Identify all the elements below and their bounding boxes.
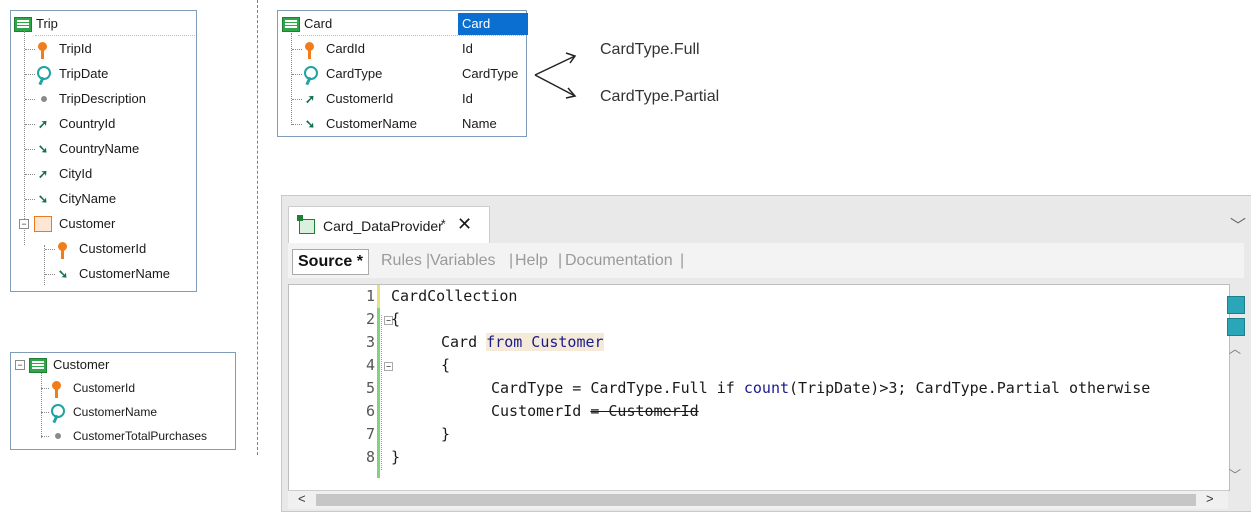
table-icon <box>29 358 47 373</box>
from-clause: from Customer <box>486 333 604 351</box>
tab-variables[interactable]: Variables <box>425 249 501 273</box>
collapse-icon[interactable]: − <box>19 219 29 229</box>
customer-structure-panel: − Customer CustomerId CustomerName Custo… <box>10 352 236 450</box>
trip-structure-panel: Trip TripId TripDate TripDescription ➚ C… <box>10 10 197 292</box>
fold-icon[interactable]: − <box>384 362 393 371</box>
code-editor[interactable]: − − 1 2 3 4 5 6 7 8 CardCollection { Car… <box>288 284 1230 491</box>
dataprovider-icon <box>299 219 315 234</box>
scrollbar-thumb[interactable] <box>316 494 1196 506</box>
table-icon <box>282 17 300 32</box>
close-icon[interactable]: ✕ <box>457 214 472 235</box>
level-icon <box>34 216 52 232</box>
outline-icon[interactable] <box>1227 296 1245 314</box>
editor-subtabs: Source * Rules | Variables | Help | Docu… <box>288 243 1244 278</box>
code-line-3: Card from Customer <box>441 333 604 351</box>
collapse-icon[interactable]: − <box>15 360 25 370</box>
code-line-4: { <box>441 356 451 374</box>
code-line-8: } <box>391 448 401 466</box>
tab-rules[interactable]: Rules <box>376 249 427 273</box>
scroll-down-icon[interactable]: ﹀ <box>1229 466 1241 483</box>
dot-icon <box>55 433 61 439</box>
trip-title: Trip <box>36 16 58 31</box>
tab-documentation[interactable]: Documentation <box>560 249 678 273</box>
foreign-key-icon: ➚ <box>305 92 316 106</box>
expand-icon[interactable] <box>1227 318 1245 336</box>
inferred-icon: ➘ <box>38 192 49 206</box>
scroll-right-icon[interactable]: > <box>1206 491 1214 506</box>
card-root[interactable]: Card Card <box>280 13 528 35</box>
data-provider-editor: Card_DataProvider * ✕ ﹀ Source * Rules |… <box>281 195 1251 512</box>
card-sdt-panel: Card Card CardId Id CardType CardType ➚ … <box>277 10 528 137</box>
card-type-cell: Card <box>458 13 528 35</box>
inferred-icon: ➘ <box>305 117 316 131</box>
table-icon <box>14 17 32 32</box>
chevron-down-icon[interactable]: ﹀ <box>1230 212 1246 236</box>
horizontal-scrollbar[interactable]: < > <box>288 490 1228 509</box>
inferred-icon: ➘ <box>58 267 69 281</box>
foreign-key-icon: ➚ <box>38 167 49 181</box>
tab-help[interactable]: Help <box>510 249 553 273</box>
divider <box>257 0 258 455</box>
tab-card-dataprovider[interactable]: Card_DataProvider * ✕ <box>288 206 490 245</box>
code-line-6: CustomerId = CustomerId <box>491 402 699 420</box>
tab-source[interactable]: Source * <box>292 249 369 275</box>
dot-icon <box>41 96 47 102</box>
annotation-cardtype-partial: CardType.Partial <box>600 88 720 105</box>
code-line-1: CardCollection <box>391 287 518 305</box>
inferred-icon: ➘ <box>38 142 49 156</box>
code-line-5: CardType = CardType.Full if count(TripDa… <box>491 379 1151 397</box>
foreign-key-icon: ➚ <box>38 117 49 131</box>
code-line-7: } <box>441 425 451 443</box>
annotation-arrows <box>534 52 577 99</box>
scroll-up-icon[interactable]: ︿ <box>1229 340 1241 357</box>
code-line-2: { <box>391 310 401 328</box>
annotation-cardtype-full: CardType.Full <box>600 41 700 58</box>
scroll-left-icon[interactable]: < <box>298 491 306 506</box>
